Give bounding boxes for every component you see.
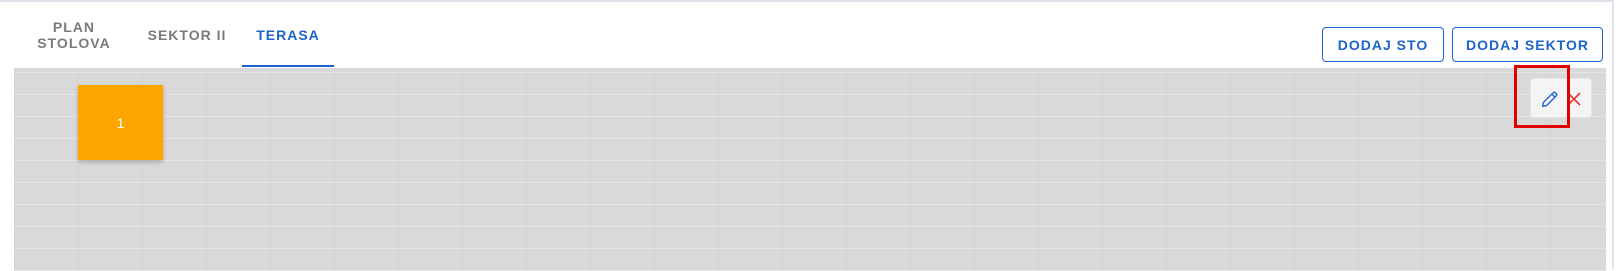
add-table-button-label: DODAJ STO — [1337, 36, 1429, 53]
tab-label: TERASA — [256, 26, 320, 43]
add-sector-button-label: DODAJ SEKTOR — [1466, 36, 1589, 53]
add-table-button[interactable]: DODAJ STO — [1322, 27, 1444, 62]
pencil-icon[interactable] — [1539, 88, 1561, 110]
table-number: 1 — [116, 114, 125, 131]
tab-label: PLAN STOLOVA — [37, 18, 111, 51]
add-sector-button[interactable]: DODAJ SEKTOR — [1452, 27, 1603, 62]
tab-plan-stolova[interactable]: PLAN STOLOVA — [32, 2, 116, 67]
tab-label: SEKTOR II — [147, 26, 227, 43]
close-icon[interactable] — [1563, 88, 1585, 110]
sector-canvas[interactable] — [14, 68, 1606, 271]
tab-terasa[interactable]: TERASA — [242, 2, 334, 67]
floor-plan-panel: PLAN STOLOVA SEKTOR II TERASA DODAJ STO … — [0, 0, 1614, 271]
table-tile[interactable]: 1 — [78, 85, 163, 160]
tab-sektor-ii[interactable]: SEKTOR II — [142, 2, 232, 67]
